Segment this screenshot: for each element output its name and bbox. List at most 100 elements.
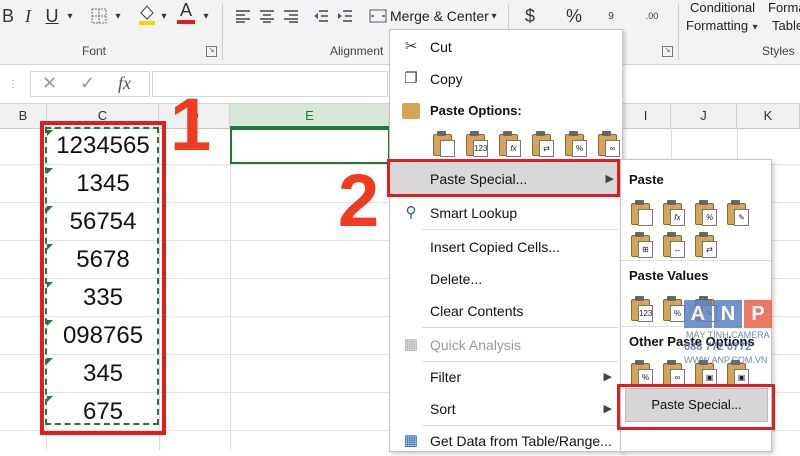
italic-button[interactable]: I: [20, 4, 36, 28]
formatting-icon[interactable]: %: [629, 360, 653, 386]
format-as-table-line2[interactable]: Table: [772, 18, 800, 33]
paste-formulas-number-format-icon[interactable]: %: [693, 200, 717, 226]
highlight-box-paste-special-button: [617, 384, 775, 430]
menu-item-filter[interactable]: Filter ▶: [390, 362, 622, 392]
no-borders-icon[interactable]: ⊞: [629, 232, 653, 258]
bold-button[interactable]: B: [0, 4, 16, 28]
align-left-icon[interactable]: [234, 4, 252, 28]
highlight-box-copied-range: [40, 121, 166, 435]
quick-analysis-icon: ▦: [403, 336, 419, 353]
chevron-down-icon[interactable]: ▾: [64, 4, 76, 28]
menu-item-label: Get Data from Table/Range...: [430, 433, 612, 449]
comma-style-icon[interactable]: 9: [600, 4, 622, 28]
chevron-right-icon: ▶: [603, 403, 612, 415]
alignment-group-label: Alignment: [330, 44, 384, 58]
menu-item-clear-contents[interactable]: Clear Contents: [390, 296, 622, 326]
font-dialog-launcher[interactable]: ↘: [206, 46, 217, 57]
drag-handle-icon[interactable]: ⋮: [8, 79, 18, 90]
group-separator: [678, 4, 679, 60]
paste-icon[interactable]: [431, 131, 455, 157]
paste-link-icon[interactable]: ∞: [596, 131, 620, 157]
transpose-icon[interactable]: ⇄: [693, 232, 717, 258]
font-color-icon[interactable]: A: [175, 0, 197, 24]
menu-item-sort[interactable]: Sort ▶: [390, 394, 622, 424]
cancel-formula-icon[interactable]: ✕: [42, 73, 57, 94]
watermark-line-1: MÁY TÍNH CAMERA: [686, 330, 770, 340]
menu-item-label: Copy: [430, 71, 463, 87]
step-number-2: 2: [338, 159, 380, 242]
paste-options-label: Paste Options:: [430, 103, 522, 118]
align-center-icon[interactable]: [258, 4, 276, 28]
search-icon: ⚲: [405, 204, 417, 221]
styles-group-label: Styles: [762, 44, 795, 58]
watermark-letter-a: A: [684, 300, 712, 328]
column-header-j[interactable]: J: [671, 104, 737, 128]
menu-separator: [621, 260, 771, 261]
menu-item-insert-copied-cells[interactable]: Insert Copied Cells...: [390, 232, 622, 262]
menu-item-label: Sort: [430, 401, 456, 417]
currency-button[interactable]: $: [520, 4, 540, 28]
decrease-decimal-icon[interactable]: .00: [640, 4, 664, 28]
menu-separator: [422, 229, 618, 230]
menu-separator: [422, 327, 618, 328]
group-separator: [222, 4, 223, 60]
column-header-k[interactable]: K: [737, 104, 800, 128]
paste-formulas-icon[interactable]: fx: [497, 131, 521, 157]
column-header-e[interactable]: E: [230, 104, 390, 128]
menu-item-label: Cut: [430, 39, 452, 55]
enter-formula-icon[interactable]: ✓: [80, 73, 95, 94]
watermark-line-2: 088 772 0772: [684, 341, 752, 353]
menu-item-quick-analysis[interactable]: ▦ Quick Analysis: [390, 330, 622, 360]
submenu-header-paste-values: Paste Values: [629, 268, 709, 283]
submenu-header-paste: Paste: [629, 172, 664, 187]
underline-button[interactable]: U: [42, 4, 62, 28]
context-menu: ✂ Cut ❐ Copy Paste Options: 123 fx ⇄ % ∞…: [389, 29, 623, 452]
conditional-formatting-line2[interactable]: Formatting: [686, 18, 748, 33]
paste-formulas-icon[interactable]: fx: [661, 200, 685, 226]
chevron-down-icon[interactable]: ▾: [750, 18, 760, 36]
menu-item-get-data[interactable]: ▦ Get Data from Table/Range...: [390, 426, 622, 456]
paste-formatting-icon[interactable]: %: [563, 131, 587, 157]
clipboard-icon: [402, 103, 420, 119]
insert-function-button[interactable]: fx: [118, 73, 131, 94]
menu-item-label: Clear Contents: [430, 303, 524, 319]
borders-icon[interactable]: [88, 4, 110, 28]
merge-center-icon[interactable]: [368, 4, 388, 28]
merge-center-button[interactable]: Merge & Center: [390, 8, 489, 24]
number-dialog-launcher[interactable]: ↘: [662, 46, 673, 57]
paste-options-header: Paste Options:: [390, 96, 622, 126]
menu-item-label: Filter: [430, 369, 462, 385]
decrease-indent-icon[interactable]: [312, 4, 330, 28]
values-icon[interactable]: 123: [629, 296, 653, 322]
menu-item-cut[interactable]: ✂ Cut: [390, 32, 622, 62]
paste-all-icon[interactable]: [629, 200, 653, 226]
table-icon: ▦: [403, 432, 419, 449]
menu-item-copy[interactable]: ❐ Copy: [390, 64, 622, 94]
font-group-label: Font: [82, 44, 107, 58]
increase-indent-icon[interactable]: [336, 4, 354, 28]
chevron-down-icon[interactable]: ▾: [158, 4, 170, 28]
format-as-table-line1[interactable]: Forma: [768, 0, 800, 15]
chevron-down-icon[interactable]: ▾: [200, 4, 212, 28]
chevron-right-icon: ▶: [603, 371, 612, 383]
grid-line: [230, 128, 231, 450]
scissors-icon: ✂: [404, 38, 418, 55]
align-right-icon[interactable]: [282, 4, 300, 28]
highlight-box-paste-special: [387, 159, 620, 197]
watermark-letter-n: N: [714, 300, 742, 328]
values-number-format-icon[interactable]: %: [661, 296, 685, 322]
fill-color-icon[interactable]: [136, 2, 158, 26]
menu-item-delete[interactable]: Delete...: [390, 264, 622, 294]
menu-item-label: Smart Lookup: [430, 205, 518, 221]
paste-values-icon[interactable]: 123: [464, 131, 488, 157]
chevron-down-icon[interactable]: ▾: [488, 4, 500, 28]
column-header-i[interactable]: I: [621, 104, 671, 128]
chevron-down-icon[interactable]: ▾: [112, 4, 124, 28]
percent-button[interactable]: %: [562, 4, 586, 28]
paste-transpose-icon[interactable]: ⇄: [530, 131, 554, 157]
menu-item-smart-lookup[interactable]: ⚲ Smart Lookup: [390, 198, 622, 228]
paste-link-icon[interactable]: ∞: [661, 360, 685, 386]
keep-source-formatting-icon[interactable]: ✎: [725, 200, 749, 226]
keep-column-widths-icon[interactable]: ↔: [661, 232, 685, 258]
conditional-formatting-line1[interactable]: Conditional: [690, 0, 755, 15]
